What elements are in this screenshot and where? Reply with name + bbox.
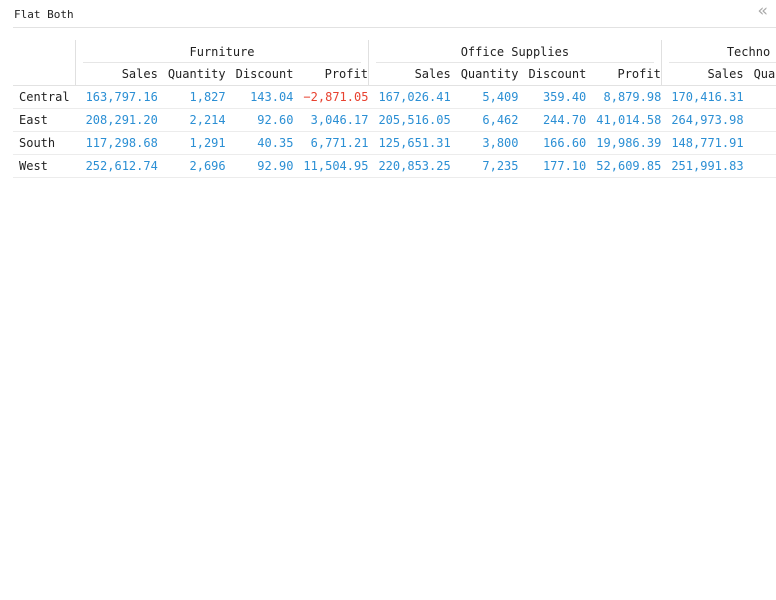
- group-header-technology: Techno: [660, 40, 776, 63]
- row-header-region[interactable]: Central: [13, 85, 76, 109]
- value-cell[interactable]: 117,298.68: [75, 131, 158, 155]
- value-cell[interactable]: 148,771.91: [661, 131, 744, 155]
- row-header-blank: [13, 63, 76, 86]
- value-cell[interactable]: 264,973.98: [661, 108, 744, 132]
- table-row: South 117,298.68 1,291 40.35 6,771.21 125,651…: [13, 131, 776, 155]
- value-cell[interactable]: 2: [743, 154, 776, 178]
- value-cell[interactable]: −2,871.05: [293, 85, 369, 109]
- value-cell[interactable]: 244.70: [518, 108, 587, 132]
- row-header-region[interactable]: South: [13, 131, 76, 155]
- value-cell[interactable]: 359.40: [518, 85, 587, 109]
- value-cell[interactable]: 143.04: [225, 85, 294, 109]
- value-cell[interactable]: 40.35: [225, 131, 294, 155]
- value-cell[interactable]: 3,046.17: [293, 108, 369, 132]
- value-cell[interactable]: 8,879.98: [586, 85, 662, 109]
- value-cell[interactable]: 177.10: [518, 154, 587, 178]
- value-cell[interactable]: 251,991.83: [661, 154, 744, 178]
- value-cell[interactable]: 7,235: [450, 154, 519, 178]
- col-header-sales[interactable]: Sales: [75, 63, 158, 86]
- value-cell[interactable]: 1: [743, 131, 776, 155]
- value-cell[interactable]: 208,291.20: [75, 108, 158, 132]
- col-header-quantity[interactable]: Quantity: [743, 63, 776, 86]
- value-cell[interactable]: 167,026.41: [368, 85, 451, 109]
- col-header-quantity[interactable]: Quantity: [157, 63, 226, 86]
- value-cell[interactable]: 252,612.74: [75, 154, 158, 178]
- value-cell[interactable]: 92.90: [225, 154, 294, 178]
- value-cell[interactable]: 41,014.58: [586, 108, 662, 132]
- value-cell[interactable]: 1,827: [157, 85, 226, 109]
- corner-cell: [13, 40, 76, 63]
- col-header-discount[interactable]: Discount: [225, 63, 294, 86]
- col-header-profit[interactable]: Profit: [586, 63, 662, 86]
- row-header-region[interactable]: East: [13, 108, 76, 132]
- value-cell[interactable]: 1,291: [157, 131, 226, 155]
- value-cell[interactable]: 220,853.25: [368, 154, 451, 178]
- value-cell[interactable]: 11,504.95: [293, 154, 369, 178]
- table-row: East 208,291.20 2,214 92.60 3,046.17 205,516.…: [13, 108, 776, 132]
- pivot-table-container[interactable]: Furniture Office Supplies Techno Sales Q…: [13, 40, 776, 340]
- value-cell[interactable]: 166.60: [518, 131, 587, 155]
- table-row: West 252,612.74 2,696 92.90 11,504.95 220,853…: [13, 154, 776, 178]
- value-cell[interactable]: 205,516.05: [368, 108, 451, 132]
- col-header-sales[interactable]: Sales: [660, 63, 744, 86]
- value-cell[interactable]: 6,462: [450, 108, 519, 132]
- value-cell[interactable]: 6,771.21: [293, 131, 369, 155]
- value-cell[interactable]: 5,409: [450, 85, 519, 109]
- value-cell[interactable]: 52,609.85: [586, 154, 662, 178]
- pivot-table: Furniture Office Supplies Techno Sales Q…: [13, 40, 776, 178]
- pivot-title: Flat Both: [14, 8, 74, 21]
- col-header-quantity[interactable]: Quantity: [450, 63, 519, 86]
- value-cell[interactable]: 19,986.39: [586, 131, 662, 155]
- col-header-sales[interactable]: Sales: [367, 63, 451, 86]
- value-cell[interactable]: 92.60: [225, 108, 294, 132]
- col-header-profit[interactable]: Profit: [293, 63, 369, 86]
- pivot-toolbar: Flat Both «: [13, 0, 776, 28]
- value-cell[interactable]: 163,797.16: [75, 85, 158, 109]
- value-cell[interactable]: 2,214: [157, 108, 226, 132]
- value-cell[interactable]: 3,800: [450, 131, 519, 155]
- value-cell[interactable]: 2,696: [157, 154, 226, 178]
- value-cell[interactable]: 1: [743, 85, 776, 109]
- value-cell[interactable]: 170,416.31: [661, 85, 744, 109]
- group-header-furniture: Furniture: [75, 40, 369, 63]
- col-header-discount[interactable]: Discount: [518, 63, 587, 86]
- value-cell[interactable]: 1: [743, 108, 776, 132]
- value-cell[interactable]: 125,651.31: [368, 131, 451, 155]
- pivot-body: Central 163,797.16 1,827 143.04 −2,871.05 167…: [13, 85, 776, 178]
- table-row: Central 163,797.16 1,827 143.04 −2,871.05 167…: [13, 85, 776, 109]
- row-header-region[interactable]: West: [13, 154, 76, 178]
- collapse-panel-icon[interactable]: «: [758, 3, 768, 20]
- group-header-office-supplies: Office Supplies: [367, 40, 662, 63]
